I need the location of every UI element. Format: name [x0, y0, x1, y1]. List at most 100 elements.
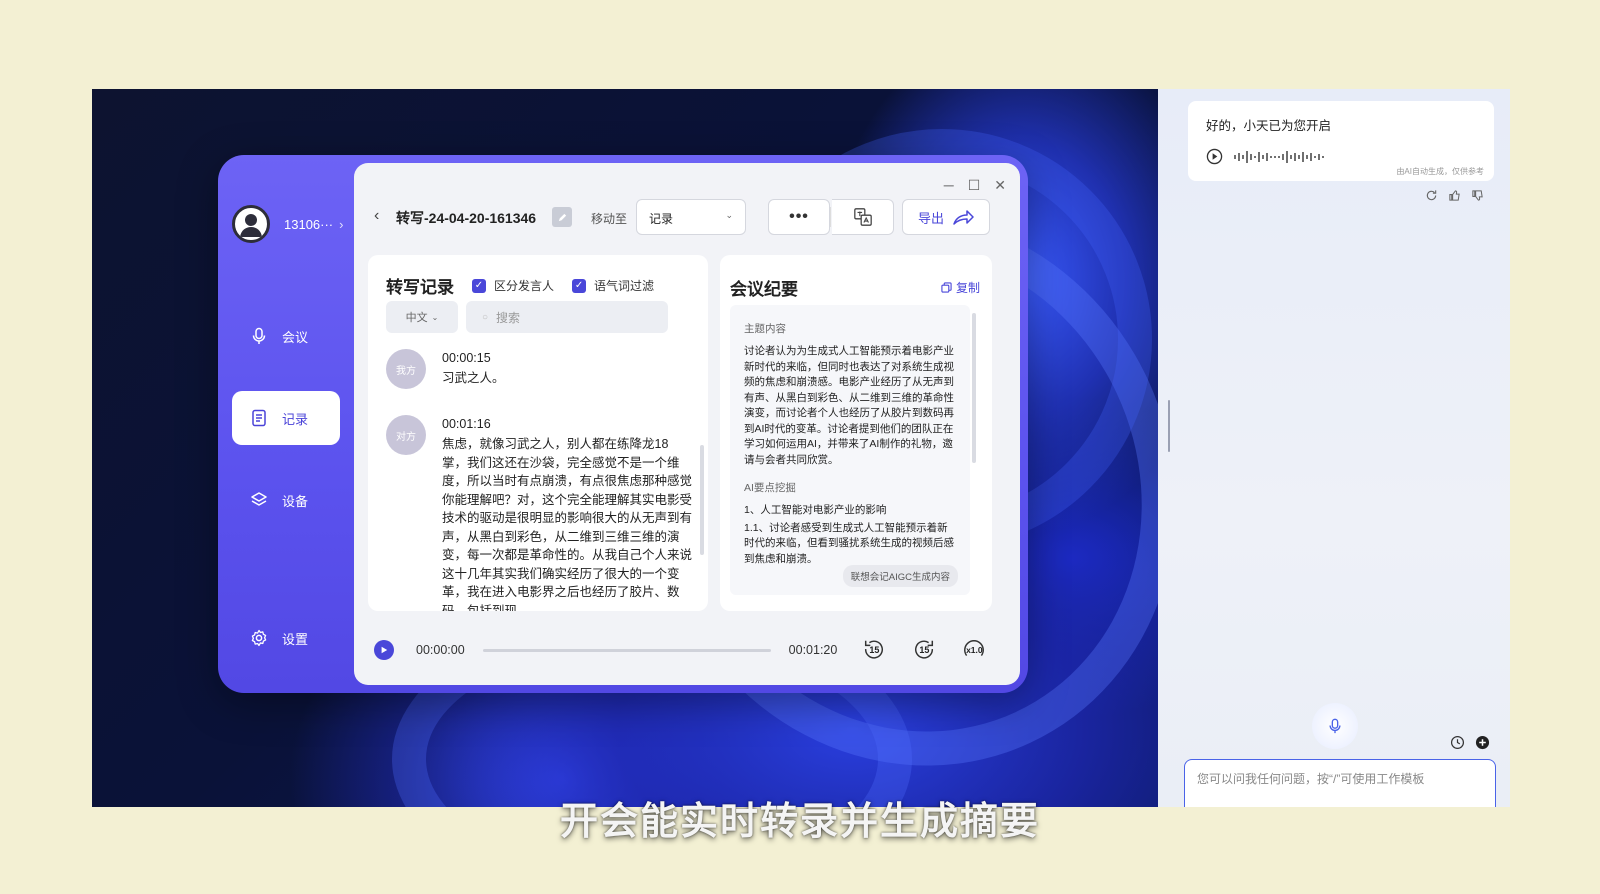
- more-button[interactable]: •••: [768, 199, 830, 235]
- transcript-header: 转写记录 ✓ 区分发言人 ✓ 语气词过滤: [386, 273, 654, 298]
- play-circle-icon: [1206, 148, 1223, 165]
- rewind-label: 15: [869, 645, 880, 655]
- main-panel: ─ ☐ ✕ ‹ 转写-24-04-20-161346 移动至 记录 ⌄ •••: [354, 163, 1020, 685]
- export-button[interactable]: 导出: [902, 199, 990, 235]
- transcript-entry[interactable]: 对方 00:01:16 焦虑，就像习武之人，别人都在练降龙18掌，我们这还在沙袋…: [386, 415, 692, 611]
- assistant-message-text: 好的，小天已为您开启: [1206, 119, 1332, 133]
- checkmark-icon: ✓: [572, 278, 587, 293]
- user-profile[interactable]: 13106··· ›: [232, 205, 343, 243]
- summary-scrollbar[interactable]: [972, 313, 976, 463]
- search-input[interactable]: ○ 搜索: [466, 301, 668, 333]
- transcript-scrollbar[interactable]: [700, 445, 704, 555]
- back-icon[interactable]: ‹: [374, 207, 379, 225]
- add-icon[interactable]: [1475, 735, 1490, 750]
- translate-button[interactable]: [832, 199, 894, 235]
- ai-point: 1、人工智能对电影产业的影响: [744, 504, 887, 516]
- filler-filter-checkbox[interactable]: ✓ 语气词过滤: [572, 277, 654, 294]
- app-window: 13106··· › 会议 记录 设备 设置 ─ ☐ ✕ ‹ 转写-24-04-…: [218, 155, 1028, 693]
- speed-button[interactable]: x1.0: [961, 637, 987, 663]
- thumbs-down-icon[interactable]: [1471, 189, 1484, 202]
- chevron-down-icon: ⌄: [431, 312, 439, 322]
- play-button[interactable]: [374, 640, 394, 660]
- filler-filter-label: 语气词过滤: [594, 279, 655, 293]
- nav-label: 设备: [282, 493, 309, 509]
- maximize-icon[interactable]: ☐: [968, 177, 981, 194]
- folder-select-value: 记录: [649, 212, 674, 226]
- toolbar-divider: [830, 207, 831, 227]
- export-label: 导出: [917, 210, 944, 226]
- forward-label: 15: [919, 645, 930, 655]
- summary-card: 会议纪要 复制 主题内容 讨论者认为为生成式人工智能预示着电影产业新时代的来临，…: [720, 255, 992, 611]
- feedback-bar: [1425, 189, 1484, 202]
- chat-input-placeholder: 您可以问我任何问题，按“/”可使用工作模板: [1197, 772, 1425, 786]
- minimize-icon[interactable]: ─: [944, 177, 954, 194]
- transcript-card: 转写记录 ✓ 区分发言人 ✓ 语气词过滤 中文 ⌄ ○ 搜索 我方 00:00:…: [368, 255, 708, 611]
- entry-timestamp: 00:00:15: [442, 351, 491, 365]
- nav-label: 记录: [282, 411, 309, 427]
- nav-item-records[interactable]: 记录: [232, 391, 340, 445]
- voice-input-button[interactable]: [1312, 703, 1358, 749]
- transcript-title: 转写记录: [386, 278, 454, 297]
- refresh-icon[interactable]: [1425, 189, 1438, 202]
- translate-icon: [853, 208, 872, 226]
- nav-label: 设置: [282, 631, 309, 647]
- progress-track[interactable]: [482, 648, 771, 652]
- entry-text: 习武之人。: [442, 371, 505, 385]
- copy-label: 复制: [955, 281, 980, 295]
- more-icon: •••: [789, 208, 809, 225]
- speaker-checkbox[interactable]: ✓ 区分发言人: [472, 277, 554, 294]
- aigc-button[interactable]: 联想会记AIGC生成内容: [842, 565, 958, 587]
- record-title: 转写-24-04-20-161346: [396, 210, 537, 226]
- summary-header: 会议纪要 复制: [730, 275, 980, 300]
- window-controls: ─ ☐ ✕: [944, 177, 1006, 194]
- entry-text: 焦虑，就像习武之人，别人都在练降龙18掌，我们这还在沙袋，完全感觉不是一个维度，…: [442, 437, 693, 611]
- transcript-entry[interactable]: 我方 00:00:15 习武之人。: [386, 349, 692, 389]
- topic-text: 讨论者认为为生成式人工智能预示着电影产业新时代的来临，但同时也表达了对系统生成视…: [744, 345, 954, 466]
- nav-item-settings[interactable]: 设置: [232, 611, 340, 665]
- nav-item-devices[interactable]: 设备: [232, 473, 340, 527]
- mic-icon: [252, 327, 266, 344]
- user-name: 13106···: [284, 216, 334, 232]
- ai-point: 1.1、讨论者感受到生成式人工智能预示着新时代的来临，但看到骚扰系统生成的视频后…: [744, 521, 954, 565]
- folder-select[interactable]: 记录 ⌄: [636, 199, 746, 235]
- close-icon[interactable]: ✕: [994, 177, 1006, 194]
- share-icon: [953, 210, 974, 225]
- voice-playback[interactable]: [1206, 148, 1476, 165]
- waveform-icon: [1234, 150, 1324, 163]
- forward-15-button[interactable]: 15: [911, 637, 937, 663]
- assistant-message: 好的，小天已为您开启 由AI自动生成，仅供参考: [1188, 101, 1494, 181]
- speaker-avatar: 我方: [386, 349, 426, 389]
- language-select[interactable]: 中文 ⌄: [386, 301, 458, 333]
- assistant-panel: 好的，小天已为您开启 由AI自动生成，仅供参考 您可以问我任何问题，按“/”可使…: [1158, 89, 1510, 807]
- language-value: 中文: [405, 312, 428, 324]
- copy-button[interactable]: 复制: [941, 279, 980, 296]
- panel-resize-handle[interactable]: [1168, 400, 1170, 452]
- title-bar: ─ ☐ ✕ ‹ 转写-24-04-20-161346 移动至 记录 ⌄ •••: [354, 163, 1020, 249]
- input-tools: [1450, 735, 1490, 750]
- edit-title-button[interactable]: [552, 207, 572, 227]
- layers-icon: [251, 492, 267, 506]
- nav-item-meeting[interactable]: 会议: [232, 309, 340, 363]
- topic-label: 主题内容: [744, 323, 786, 335]
- entry-timestamp: 00:01:16: [442, 417, 491, 431]
- thumbs-up-icon[interactable]: [1448, 189, 1461, 202]
- mic-icon: [1329, 718, 1341, 734]
- history-icon[interactable]: [1450, 735, 1465, 750]
- nav-label: 会议: [282, 329, 309, 345]
- chevron-down-icon: ⌄: [725, 210, 733, 220]
- gear-icon: [251, 629, 267, 647]
- checkmark-icon: ✓: [472, 278, 486, 293]
- document-icon: [252, 409, 266, 427]
- rewind-15-button[interactable]: 15: [861, 637, 887, 663]
- chevron-right-icon: ›: [339, 216, 344, 232]
- ai-points-label: AI要点挖掘: [744, 482, 796, 494]
- ai-disclaimer: 由AI自动生成，仅供参考: [1396, 167, 1484, 176]
- speed-label: x1.0: [966, 645, 983, 655]
- copy-icon: [941, 282, 952, 293]
- duration: 00:01:20: [788, 643, 838, 657]
- pencil-icon: [558, 213, 566, 221]
- current-time: 00:00:00: [416, 643, 465, 657]
- avatar: [232, 205, 270, 243]
- speaker-checkbox-label: 区分发言人: [494, 279, 555, 293]
- user-icon: [240, 214, 262, 237]
